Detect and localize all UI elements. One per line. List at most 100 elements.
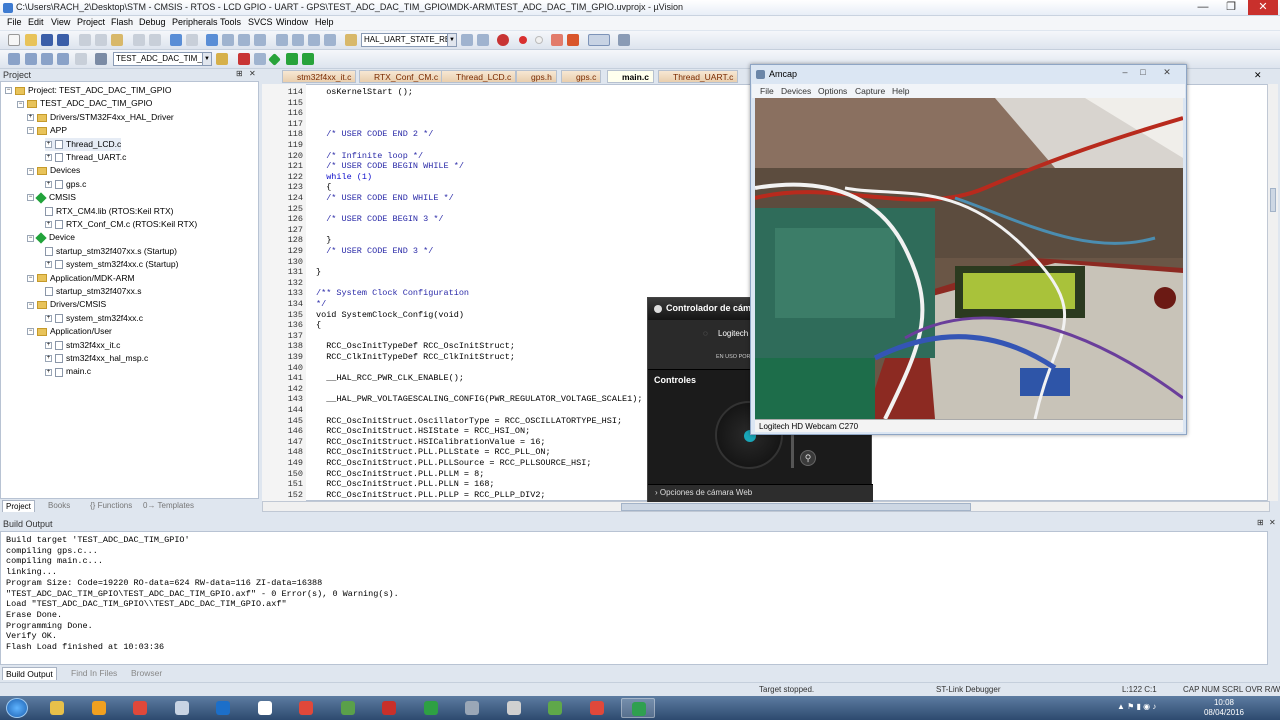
tree-item[interactable]: RTX_CM4.lib (RTOS:Keil RTX) bbox=[45, 205, 173, 218]
nav-forward-icon[interactable] bbox=[186, 34, 198, 46]
code-line[interactable]: /* USER CODE END 3 */ bbox=[316, 246, 433, 256]
incremental-find-icon[interactable] bbox=[477, 34, 489, 46]
find-icon[interactable] bbox=[461, 34, 473, 46]
clear-breakpoints-icon[interactable] bbox=[551, 34, 563, 46]
tree-item[interactable]: − APP bbox=[27, 124, 67, 137]
build-output-panel[interactable]: Build target 'TEST_ADC_DAC_TIM_GPIO' comp… bbox=[0, 531, 1268, 665]
expand-icon[interactable]: + bbox=[45, 355, 52, 363]
new-file-icon[interactable] bbox=[8, 34, 20, 46]
collapse-icon[interactable]: − bbox=[5, 87, 12, 95]
chevron-down-icon[interactable]: ▼ bbox=[447, 34, 456, 46]
tree-item[interactable]: + Thread_LCD.c bbox=[45, 137, 122, 151]
tree-item[interactable]: + Drivers/STM32F4xx_HAL_Driver bbox=[27, 111, 174, 124]
select-software-packs-icon[interactable] bbox=[302, 53, 314, 65]
taskbar-app[interactable] bbox=[248, 698, 282, 718]
taskbar-app[interactable] bbox=[165, 698, 199, 718]
taskbar-app[interactable] bbox=[206, 698, 240, 718]
tree-item[interactable]: − CMSIS bbox=[27, 191, 76, 204]
expand-icon[interactable]: + bbox=[45, 154, 52, 162]
cut-icon[interactable] bbox=[79, 34, 91, 46]
minimize-button[interactable]: — bbox=[1190, 0, 1216, 15]
code-line[interactable]: } bbox=[316, 267, 321, 277]
menu-edit[interactable]: Edit bbox=[28, 17, 44, 27]
menu-flash[interactable]: Flash bbox=[111, 17, 133, 27]
collapse-icon[interactable]: − bbox=[27, 127, 34, 135]
tab-functions[interactable]: {} Functions bbox=[87, 500, 135, 512]
manage-components-icon[interactable] bbox=[254, 53, 266, 65]
collapse-icon[interactable]: − bbox=[27, 301, 34, 309]
code-line[interactable]: } bbox=[316, 235, 331, 245]
amcap-close-button[interactable]: ✕ bbox=[1159, 67, 1175, 79]
taskbar-app[interactable] bbox=[497, 698, 531, 718]
code-line[interactable]: RCC_OscInitTypeDef RCC_OscInitStruct; bbox=[316, 341, 515, 351]
taskbar-app[interactable] bbox=[372, 698, 406, 718]
expand-icon[interactable]: + bbox=[27, 114, 34, 122]
editor-tab[interactable]: gps.c bbox=[561, 70, 602, 83]
collapse-icon[interactable]: − bbox=[27, 167, 34, 175]
find-combo[interactable]: HAL_UART_STATE_READY ▼ bbox=[361, 33, 457, 47]
close-panel-icon[interactable]: ✕ bbox=[249, 69, 256, 78]
tree-item[interactable]: startup_stm32f407xx.s (Startup) bbox=[45, 245, 177, 258]
code-line[interactable]: while (1) bbox=[316, 172, 372, 182]
batch-build-icon[interactable] bbox=[57, 53, 69, 65]
code-line[interactable]: RCC_OscInitStruct.PLL.PLLState = RCC_PLL… bbox=[316, 447, 550, 457]
collapse-icon[interactable]: − bbox=[27, 234, 34, 242]
menu-help[interactable]: Help bbox=[315, 17, 334, 27]
tab-build-output[interactable]: Build Output bbox=[2, 667, 57, 680]
collapse-icon[interactable]: − bbox=[27, 274, 34, 282]
tree-item[interactable]: − Project: TEST_ADC_DAC_TIM_GPIO bbox=[5, 84, 171, 97]
find-in-files-icon[interactable] bbox=[345, 34, 357, 46]
taskbar-app[interactable] bbox=[580, 698, 614, 718]
expand-icon[interactable]: + bbox=[45, 315, 52, 323]
open-folder-icon[interactable] bbox=[25, 34, 37, 46]
amcap-menu-options[interactable]: Options bbox=[818, 86, 847, 96]
webcam-options-button[interactable]: › Opciones de cámara Web bbox=[648, 484, 873, 502]
tree-item[interactable]: − Devices bbox=[27, 164, 80, 177]
copy-icon[interactable] bbox=[95, 34, 107, 46]
close-tab-icon[interactable]: ✕ bbox=[1254, 70, 1262, 81]
amcap-menu-help[interactable]: Help bbox=[892, 86, 909, 96]
pin-icon[interactable]: ⊞ bbox=[1257, 518, 1264, 527]
code-line[interactable]: /* USER CODE BEGIN 3 */ bbox=[316, 214, 443, 224]
taskbar-app[interactable] bbox=[289, 698, 323, 718]
bookmark-icon[interactable] bbox=[206, 34, 218, 46]
zoom-icon[interactable]: ⚲ bbox=[800, 450, 816, 466]
start-button[interactable] bbox=[6, 698, 28, 718]
tree-item[interactable]: + system_stm32f4xx.c (Startup) bbox=[45, 258, 178, 271]
maximize-button[interactable]: ❐ bbox=[1218, 0, 1244, 15]
camera-device-name[interactable]: Logitech bbox=[718, 329, 748, 338]
code-line[interactable]: RCC_ClkInitTypeDef RCC_ClkInitStruct; bbox=[316, 352, 515, 362]
taskbar-app[interactable] bbox=[455, 698, 489, 718]
expand-icon[interactable]: + bbox=[45, 341, 52, 349]
expand-icon[interactable]: + bbox=[45, 368, 52, 376]
code-line[interactable]: /* USER CODE END 2 */ bbox=[316, 129, 433, 139]
editor-tab[interactable]: stm32f4xx_it.c bbox=[282, 70, 357, 83]
kill-breakpoints-icon[interactable] bbox=[567, 34, 579, 46]
tab-browser[interactable]: Browser bbox=[128, 667, 165, 680]
code-line[interactable]: /* USER CODE BEGIN WHILE */ bbox=[316, 161, 464, 171]
tree-item[interactable]: + RTX_Conf_CM.c (RTOS:Keil RTX) bbox=[45, 218, 197, 231]
file-extensions-icon[interactable] bbox=[238, 53, 250, 65]
editor-tab[interactable]: gps.h bbox=[516, 70, 557, 83]
code-line[interactable]: /* USER CODE END WHILE */ bbox=[316, 193, 454, 203]
tab-project[interactable]: Project bbox=[2, 500, 35, 512]
code-line[interactable]: void SystemClock_Config(void) bbox=[316, 310, 464, 320]
code-line[interactable]: { bbox=[316, 182, 331, 192]
debug-session-icon[interactable] bbox=[497, 34, 509, 46]
code-line[interactable]: RCC_OscInitStruct.HSICalibrationValue = … bbox=[316, 437, 545, 447]
editor-tab[interactable]: Thread_LCD.c bbox=[441, 70, 517, 83]
taskbar-app[interactable] bbox=[82, 698, 116, 718]
expand-icon[interactable]: + bbox=[45, 221, 52, 229]
tree-item[interactable]: − Device bbox=[27, 231, 75, 244]
clear-bookmarks-icon[interactable] bbox=[254, 34, 266, 46]
tab-books[interactable]: Books bbox=[45, 500, 73, 512]
tray-icons[interactable]: ▲ ⚑ ▮ ◉ ♪ bbox=[1117, 702, 1156, 711]
amcap-menu-file[interactable]: File bbox=[760, 86, 774, 96]
collapse-icon[interactable]: − bbox=[27, 328, 34, 336]
amcap-menu-capture[interactable]: Capture bbox=[855, 86, 885, 96]
tree-item[interactable]: − Application/User bbox=[27, 325, 112, 338]
collapse-icon[interactable]: − bbox=[27, 194, 34, 202]
expand-icon[interactable]: + bbox=[45, 261, 52, 269]
next-bookmark-icon[interactable] bbox=[238, 34, 250, 46]
tree-item[interactable]: − TEST_ADC_DAC_TIM_GPIO bbox=[17, 97, 152, 110]
